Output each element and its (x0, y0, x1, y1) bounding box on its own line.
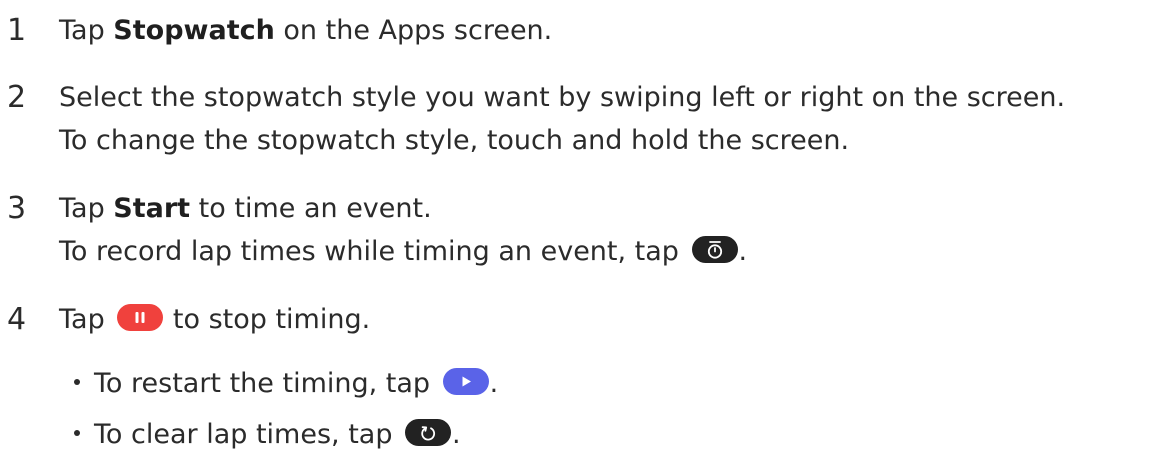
ui-term-stopwatch: Stopwatch (113, 15, 275, 46)
bullet-text: To clear lap times, tap (94, 419, 402, 450)
step-text: Tap to stop timing. (59, 303, 370, 337)
step-text-part: on the Apps screen. (274, 15, 553, 46)
step-number: 2 (7, 80, 27, 115)
step-number: 4 (7, 302, 27, 337)
step-text: Tap Stopwatch on the Apps screen. (59, 14, 552, 48)
bullet-dot (74, 378, 80, 385)
bullet-item-restart: To restart the timing, tap . (74, 367, 498, 401)
bullet-item-clear: To clear lap times, tap . (74, 418, 461, 452)
step-note: To change the stopwatch style, touch and… (59, 125, 850, 156)
step-text-part: Tap (59, 193, 114, 224)
step-text-part: To record lap times while timing an even… (59, 236, 688, 267)
bullet-dot (74, 429, 80, 436)
step-number: 3 (7, 191, 27, 226)
bullet-text: To restart the timing, tap (94, 368, 439, 399)
step-number: 1 (7, 13, 27, 48)
step-text: Select the stopwatch style you want by s… (59, 82, 1066, 113)
stopwatch-lap-icon (691, 236, 738, 263)
step-text-part: Tap (59, 15, 114, 46)
step-text: Tap Start to time an event. (59, 192, 432, 226)
bullet-text: . (452, 419, 461, 450)
pause-icon (117, 304, 164, 331)
bullet-text: . (489, 368, 499, 399)
step-text-part: Tap (59, 304, 114, 335)
reset-icon (405, 419, 452, 446)
step-text-part: . (738, 236, 748, 267)
ui-term-start: Start (113, 193, 191, 224)
step-note: To record lap times while timing an even… (59, 235, 747, 269)
step-text-part: to time an event. (190, 193, 432, 224)
instruction-page: 1 Tap Stopwatch on the Apps screen. 2 Se… (0, 0, 1175, 463)
play-icon (442, 368, 489, 395)
step-text-part: to stop timing. (164, 304, 371, 335)
